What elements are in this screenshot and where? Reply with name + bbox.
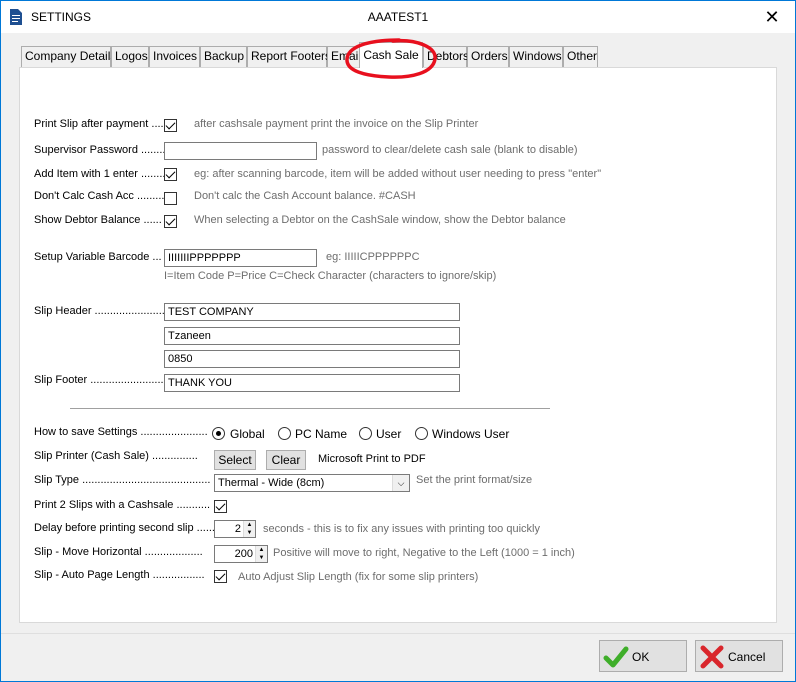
slip-printer-name: Microsoft Print to PDF [318,453,426,465]
supervisor-password-label: Supervisor Password ......... [34,144,169,156]
delay-value: 2 [234,523,241,535]
check-icon [603,646,629,668]
chevron-down-icon[interactable]: ⌵ [392,475,409,491]
slip-header-label: Slip Header ....................... [34,305,165,317]
move-horizontal-hint: Positive will move to right, Negative to… [273,547,575,559]
spin-up-icon[interactable]: ▲ [243,521,255,529]
select-printer-button[interactable]: Select [214,450,256,470]
slip-type-value: Thermal - Wide (8cm) [218,477,325,489]
show-debtor-checkbox[interactable] [164,215,177,228]
tab-windows[interactable]: Windows [509,46,563,67]
ok-button[interactable]: OK [599,640,687,672]
slip-footer-label: Slip Footer ......................... [34,374,167,386]
add-item-checkbox[interactable] [164,168,177,181]
add-item-hint: eg: after scanning barcode, item will be… [194,168,602,180]
save-settings-label: How to save Settings ...................… [34,426,208,438]
radio-pc-name-label: PC Name [295,427,348,441]
ok-label: OK [632,650,650,664]
clear-printer-button[interactable]: Clear [266,450,306,470]
delay-hint: seconds - this is to fix any issues with… [263,523,540,535]
cash-sale-panel: Print Slip after payment ..... after cas… [19,67,777,623]
barcode-label: Setup Variable Barcode ... [34,251,162,263]
cancel-label: Cancel [728,650,766,664]
radio-user[interactable] [359,427,372,440]
radio-pc-name[interactable] [278,427,291,440]
cancel-button[interactable]: Cancel [695,640,783,672]
client-area: Company Details Logos Invoices Backup Re… [1,33,795,681]
move-horizontal-stepper[interactable]: 200 ▲ ▼ [214,545,268,563]
tab-backup[interactable]: Backup [200,46,247,67]
radio-windows-user[interactable] [415,427,428,440]
slip-printer-label: Slip Printer (Cash Sale) ............... [34,450,198,462]
auto-page-hint: Auto Adjust Slip Length (fix for some sl… [238,571,479,583]
spin-down-icon[interactable]: ▼ [255,554,267,562]
print-two-label: Print 2 Slips with a Cashsale ..........… [34,499,211,511]
radio-user-label: User [376,427,402,441]
cancel-x-icon [700,645,724,669]
section-divider [70,408,550,409]
slip-type-label: Slip Type ..............................… [34,474,211,486]
auto-page-checkbox[interactable] [214,570,227,583]
barcode-example: eg: IIIIICPPPPPPC [326,251,420,263]
footer-divider [1,633,795,634]
slip-type-hint: Set the print format/size [416,474,533,486]
tab-invoices[interactable]: Invoices [149,46,200,67]
move-horizontal-label: Slip - Move Horizontal .................… [34,546,203,558]
tab-orders[interactable]: Orders [467,46,509,67]
dont-calc-checkbox[interactable] [164,192,177,205]
tab-company-details[interactable]: Company Details [21,46,116,67]
slip-header-line-1[interactable]: TEST COMPANY [164,303,460,321]
supervisor-password-hint: password to clear/delete cash sale (blan… [322,144,578,156]
tab-report-footers[interactable]: Report Footers [247,46,331,67]
print-slip-checkbox[interactable] [164,119,177,132]
print-slip-label: Print Slip after payment ..... [34,118,167,130]
supervisor-password-input[interactable] [164,142,317,160]
dont-calc-hint: Don't calc the Cash Account balance. #CA… [194,190,416,202]
barcode-help: I=Item Code P=Price C=Check Character (c… [164,270,497,282]
title-bar: SETTINGS AAATEST1 ✕ [1,1,795,33]
slip-type-select[interactable]: Thermal - Wide (8cm) ⌵ [214,474,410,492]
radio-global[interactable] [212,427,225,440]
slip-footer-input[interactable]: THANK YOU [164,374,460,392]
show-debtor-label: Show Debtor Balance ...... [34,214,162,226]
barcode-input[interactable]: IIIIIIIPPPPPPP [164,249,317,267]
radio-windows-user-label: Windows User [432,427,510,441]
spin-up-icon[interactable]: ▲ [255,546,267,554]
move-horizontal-value: 200 [234,548,253,560]
delay-stepper[interactable]: 2 ▲ ▼ [214,520,256,538]
settings-window: SETTINGS AAATEST1 ✕ Company Details Logo… [1,1,795,681]
slip-header-line-3[interactable]: 0850 [164,350,460,368]
show-debtor-hint: When selecting a Debtor on the CashSale … [194,214,566,226]
tab-other[interactable]: Other [563,46,598,67]
close-button[interactable]: ✕ [749,1,795,33]
delay-label: Delay before printing second slip ...... [34,522,215,534]
print-two-checkbox[interactable] [214,500,227,513]
auto-page-label: Slip - Auto Page Length ................… [34,569,205,581]
spin-down-icon[interactable]: ▼ [243,529,255,537]
annotation-circle [345,38,437,79]
radio-global-label: Global [230,427,265,441]
add-item-label: Add Item with 1 enter ......... [34,168,169,180]
window-center-title: AAATEST1 [367,10,429,24]
slip-header-line-2[interactable]: Tzaneen [164,327,460,345]
tab-logos[interactable]: Logos [111,46,149,67]
print-slip-hint: after cashsale payment print the invoice… [194,118,479,130]
dont-calc-label: Don't Calc Cash Acc ......... [34,190,165,202]
